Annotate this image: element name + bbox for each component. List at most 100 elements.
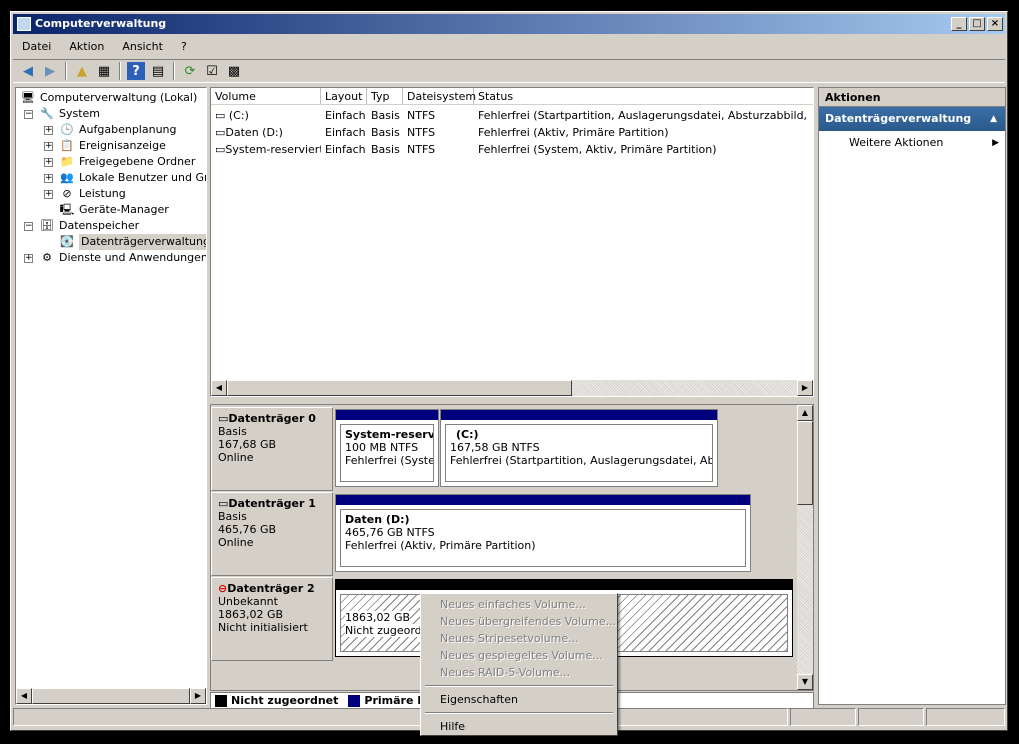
scroll-up-icon[interactable]: ▲ xyxy=(797,405,813,421)
submenu-arrow-icon: ▶ xyxy=(992,138,999,148)
scroll-track[interactable] xyxy=(572,380,797,396)
tree-item-aufgabenplanung[interactable]: + 🕒 Aufgabenplanung xyxy=(44,122,177,138)
status-panel xyxy=(926,708,1005,726)
menu-item-new-striped-volume: Neues Stripesetvolume... xyxy=(440,632,579,645)
list-hscrollbar[interactable]: ◀ ▶ xyxy=(211,380,813,396)
menu-item-new-raid5-volume: Neues RAID-5-Volume... xyxy=(440,666,571,679)
menu-bar: Datei Aktion Ansicht ? xyxy=(13,36,1005,56)
column-header-volume[interactable]: Volume xyxy=(211,88,321,104)
menu-help[interactable]: ? xyxy=(172,40,196,53)
tree-item-leistung[interactable]: + ⊘ Leistung xyxy=(44,186,126,202)
close-button[interactable]: × xyxy=(987,17,1003,31)
forward-icon[interactable]: ▶ xyxy=(41,62,59,80)
expand-icon[interactable]: + xyxy=(44,125,53,135)
disk-2-label[interactable]: ⊖Datenträger 2 Unbekannt 1863,02 GB Nich… xyxy=(211,577,333,661)
minimize-button[interactable]: _ xyxy=(951,17,967,31)
device-manager-icon: 🖳 xyxy=(59,203,75,216)
toolbar-separator xyxy=(119,62,121,80)
primary-swatch xyxy=(348,694,361,707)
scroll-right-icon[interactable]: ▶ xyxy=(190,688,206,704)
column-header-status[interactable]: Status xyxy=(474,88,813,104)
volume-list: Volume Layout Typ Dateisystem Status ▭ (… xyxy=(210,87,814,397)
column-header-layout[interactable]: Layout xyxy=(321,88,367,104)
toolbar-separator xyxy=(65,62,67,80)
disk-icon: ▭ xyxy=(218,497,229,510)
unallocated-swatch xyxy=(215,694,227,707)
disk-1-label[interactable]: ▭Datenträger 1 Basis 465,76 GB Online xyxy=(211,492,333,576)
status-panel xyxy=(790,708,856,726)
tree-item-benutzer[interactable]: +👥Lokale Benutzer und Grupp xyxy=(44,170,206,186)
expand-icon[interactable]: + xyxy=(44,189,53,199)
table-row[interactable]: ▭System-reserviert Einfach Basis NTFS Fe… xyxy=(211,141,809,158)
partition-c[interactable]: (C:) 167,58 GB NTFS Fehlerfrei (Startpar… xyxy=(440,409,718,487)
scroll-thumb[interactable] xyxy=(32,688,190,704)
tree-item-datentraegerverwaltung[interactable]: 💽 Datenträgerverwaltung xyxy=(59,234,206,250)
more-actions-item[interactable]: Weitere Aktionen ▶ xyxy=(819,131,1005,155)
menu-datei[interactable]: Datei xyxy=(13,40,60,53)
graph-vscrollbar[interactable]: ▲ ▼ xyxy=(797,405,813,690)
scroll-down-icon[interactable]: ▼ xyxy=(797,674,813,690)
up-folder-icon[interactable]: ▲ xyxy=(73,62,91,80)
toolbar: ◀ ▶ ▲ ▦ ? ▤ ⟳ ☑ ▩ xyxy=(13,59,1005,83)
tree-root[interactable]: 🖥 Computerverwaltung (Lokal) xyxy=(20,90,197,106)
context-menu: Neues einfaches Volume... Neues übergrei… xyxy=(420,593,618,736)
actions-section[interactable]: Datenträgerverwaltung ▲ xyxy=(819,107,1005,131)
tree-item-freigaben[interactable]: + 📁 Freigegebene Ordner xyxy=(44,154,195,170)
partition-bar xyxy=(441,410,717,420)
help-icon[interactable]: ? xyxy=(127,62,145,80)
partition-bar xyxy=(336,410,438,420)
scroll-left-icon[interactable]: ◀ xyxy=(211,380,227,396)
menu-separator xyxy=(425,685,613,687)
maximize-button[interactable]: □ xyxy=(969,17,985,31)
menu-ansicht[interactable]: Ansicht xyxy=(113,40,172,53)
partition-bar xyxy=(336,495,750,505)
title-bar[interactable]: Computerverwaltung _ □ × xyxy=(13,14,1005,34)
table-row[interactable]: ▭ (C:) Einfach Basis NTFS Fehlerfrei (St… xyxy=(211,107,809,124)
expand-icon[interactable]: + xyxy=(44,157,53,167)
scroll-right-icon[interactable]: ▶ xyxy=(797,380,813,396)
column-header-typ[interactable]: Typ xyxy=(367,88,403,104)
menu-item-help[interactable]: Hilfe xyxy=(423,718,615,735)
menu-item-properties[interactable]: Eigenschaften xyxy=(423,691,615,708)
scroll-thumb[interactable] xyxy=(227,380,572,396)
scroll-thumb[interactable] xyxy=(797,421,813,505)
toolbar-separator xyxy=(173,62,175,80)
scroll-track[interactable] xyxy=(797,505,813,674)
navigation-tree: 🖥 Computerverwaltung (Lokal) − 🔧 System + 🕒 A… xyxy=(15,87,207,705)
computer-management-icon xyxy=(17,17,31,31)
shared-folder-icon: 📁 xyxy=(60,155,74,168)
show-tree-icon[interactable]: ▦ xyxy=(95,62,113,80)
collapse-icon[interactable]: − xyxy=(24,109,33,119)
tree-item-datenspeicher[interactable]: − 🗄 Datenspeicher xyxy=(24,218,139,234)
refresh-icon[interactable]: ⟳ xyxy=(181,62,199,80)
disk-management-icon: 💽 xyxy=(60,235,74,248)
drive-icon: ▭ xyxy=(215,143,226,156)
disk-settings-icon[interactable]: ▩ xyxy=(225,62,243,80)
partition-d[interactable]: Daten (D:) 465,76 GB NTFS Fehlerfrei (Ak… xyxy=(335,494,751,572)
collapse-up-icon[interactable]: ▲ xyxy=(990,107,997,131)
column-header-dateisystem[interactable]: Dateisystem xyxy=(403,88,476,104)
tree-item-geraete-manager[interactable]: 🖳 Geräte-Manager xyxy=(59,202,169,218)
menu-aktion[interactable]: Aktion xyxy=(60,40,113,53)
action-pane-icon[interactable]: ▤ xyxy=(149,62,167,80)
tree-item-dienste[interactable]: + ⚙ Dienste und Anwendungen xyxy=(24,250,206,266)
disk-0-label[interactable]: ▭Datenträger 0 Basis 167,68 GB Online xyxy=(211,407,333,491)
properties-icon[interactable]: ☑ xyxy=(203,62,221,80)
menu-separator xyxy=(425,712,613,714)
scroll-left-icon[interactable]: ◀ xyxy=(16,688,32,704)
expand-icon[interactable]: + xyxy=(44,173,53,183)
back-icon[interactable]: ◀ xyxy=(19,62,37,80)
tree-item-system[interactable]: − 🔧 System xyxy=(24,106,100,122)
collapse-icon[interactable]: − xyxy=(24,221,33,231)
drive-icon: ▭ xyxy=(215,126,226,139)
expand-icon[interactable]: + xyxy=(24,253,33,263)
menu-item-new-spanned-volume: Neues übergreifendes Volume... xyxy=(440,615,617,628)
users-icon: 👥 xyxy=(60,171,74,184)
expand-icon[interactable]: + xyxy=(44,141,53,151)
tools-icon: 🔧 xyxy=(40,107,54,120)
tree-item-ereignisanzeige[interactable]: + 📋 Ereignisanzeige xyxy=(44,138,166,154)
partition-system-reserved[interactable]: System-reservi 100 MB NTFS Fehlerfrei (S… xyxy=(335,409,439,487)
table-row[interactable]: ▭Daten (D:) Einfach Basis NTFS Fehlerfre… xyxy=(211,124,809,141)
tree-hscrollbar[interactable]: ◀ ▶ xyxy=(16,688,206,704)
clock-icon: 🕒 xyxy=(60,123,74,136)
